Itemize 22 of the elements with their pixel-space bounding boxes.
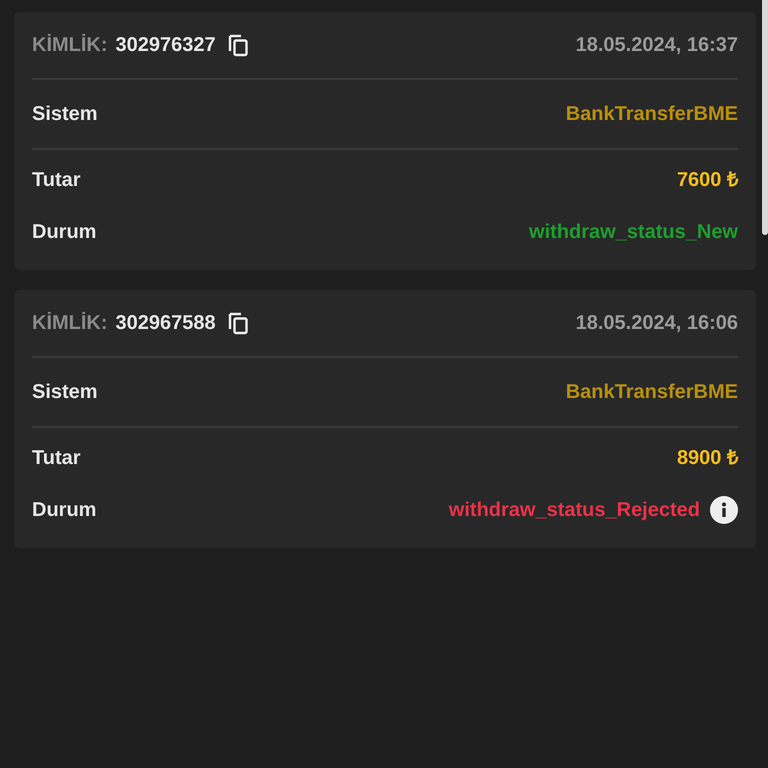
- amount: 8900 ₺: [676, 446, 738, 470]
- status-text: withdraw_status_Rejected: [448, 498, 700, 522]
- scrollbar[interactable]: [762, 0, 768, 235]
- payment-system: BankTransferBME: [566, 102, 738, 126]
- payment-system: BankTransferBME: [566, 380, 738, 404]
- info-icon[interactable]: [710, 496, 738, 524]
- field-label: Tutar: [32, 168, 81, 192]
- date-time: 18.05.2024, 16:37: [576, 34, 738, 56]
- field-label: Sistem: [32, 380, 98, 404]
- field-label: Durum: [32, 220, 96, 244]
- copy-icon[interactable]: [228, 311, 250, 335]
- date-time: 18.05.2024, 16:06: [576, 312, 738, 334]
- id-label: KİMLİK:: [32, 312, 108, 334]
- copy-icon[interactable]: [228, 33, 250, 57]
- field-label: Durum: [32, 498, 96, 522]
- transaction-id: 302967588: [116, 312, 216, 334]
- transaction-id: 302976327: [116, 34, 216, 56]
- status-text: withdraw_status_New: [529, 220, 738, 244]
- id-label: KİMLİK:: [32, 34, 108, 56]
- field-label: Tutar: [32, 446, 81, 470]
- field-label: Sistem: [32, 102, 98, 126]
- amount: 7600 ₺: [676, 168, 738, 192]
